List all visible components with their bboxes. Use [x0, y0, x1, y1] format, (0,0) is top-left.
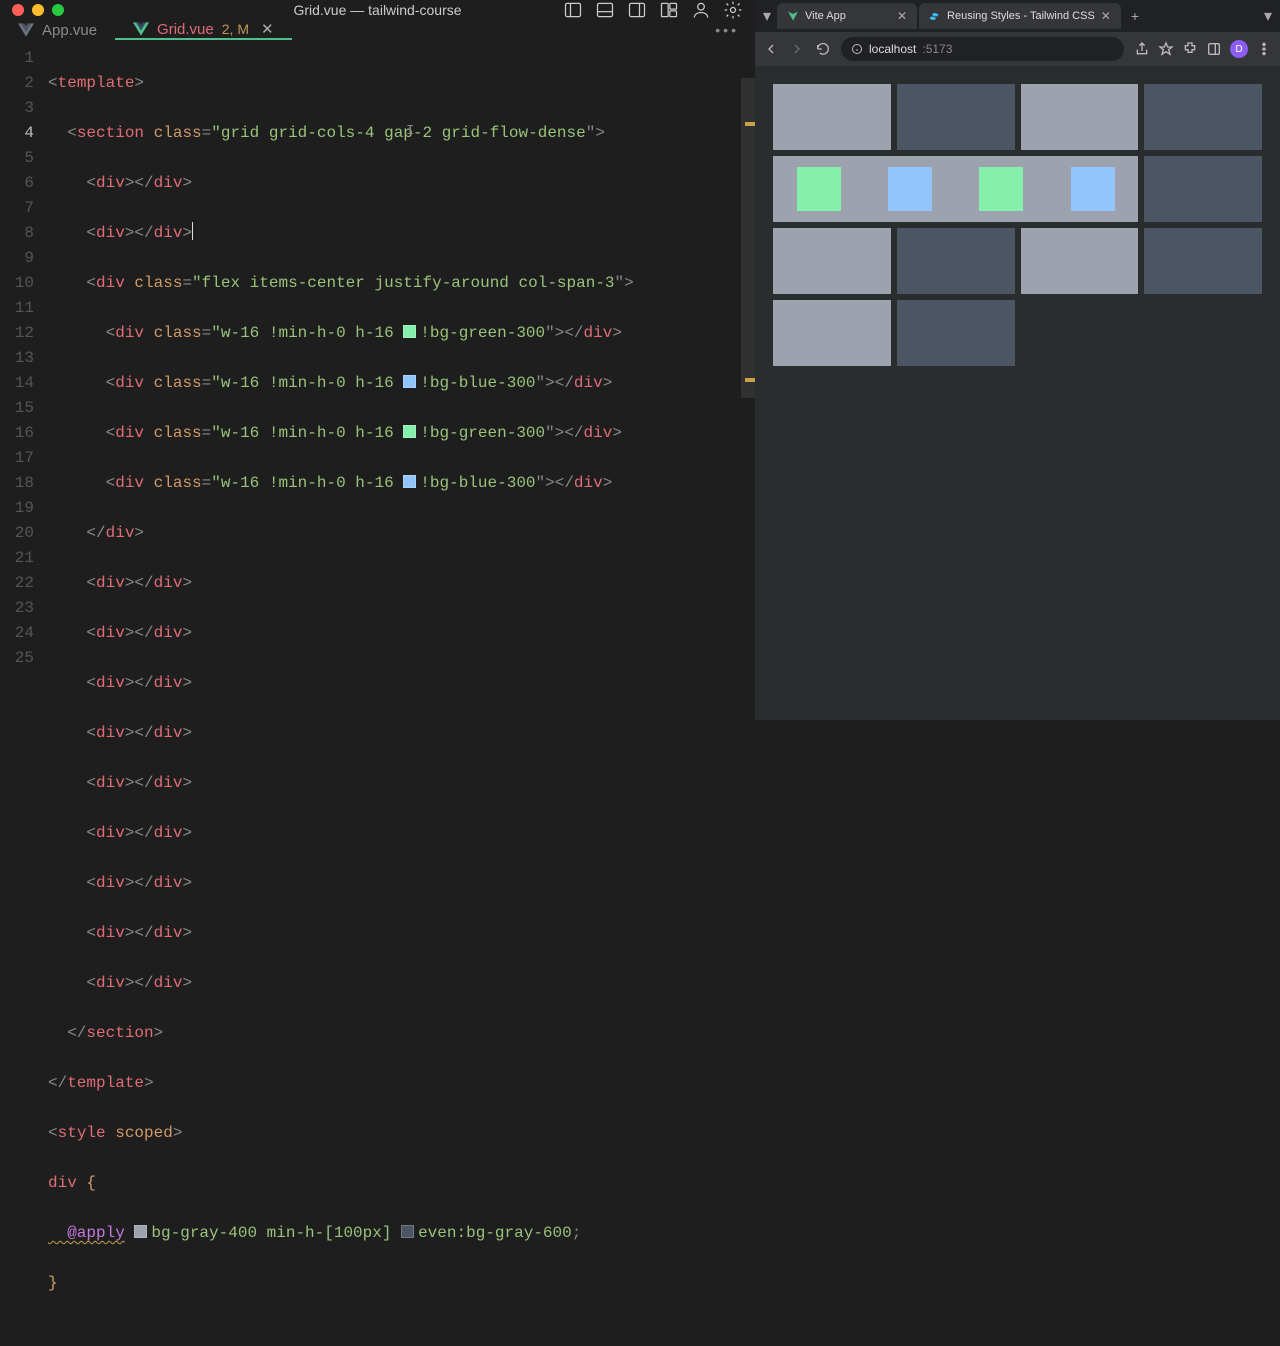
layout-sidebar-left-icon[interactable] — [563, 0, 583, 20]
share-icon[interactable] — [1134, 41, 1150, 57]
star-icon[interactable] — [1158, 41, 1174, 57]
color-chip-gray400 — [134, 1225, 147, 1238]
color-chip-green — [403, 425, 416, 438]
inner-box-green — [797, 167, 841, 211]
vue-icon — [133, 21, 149, 37]
titlebar: Grid.vue — tailwind-course — [0, 0, 755, 20]
address-bar: localhost :5173 D — [755, 32, 1280, 66]
inner-box-blue — [888, 167, 932, 211]
tab-label: App.vue — [42, 22, 97, 39]
editor-tabs: App.vue Grid.vue 2, M ✕ ••• — [0, 20, 755, 40]
url-port: :5173 — [922, 42, 952, 56]
close-icon[interactable]: ✕ — [897, 9, 907, 23]
editor-scrollbar[interactable] — [741, 78, 755, 720]
vite-icon — [787, 10, 799, 22]
grid-cell — [1021, 84, 1139, 150]
kebab-menu-icon[interactable] — [1256, 41, 1272, 57]
toolbar-right: D — [1134, 40, 1272, 58]
close-icon[interactable]: ✕ — [261, 20, 274, 38]
tab-label: Grid.vue — [157, 21, 214, 38]
vue-icon — [18, 22, 34, 38]
color-chip-blue — [403, 375, 416, 388]
grid-cell — [1144, 156, 1262, 222]
browser-window: ▾ Vite App ✕ Reusing Styles - Tailwind C… — [755, 0, 1280, 720]
change-marker — [745, 122, 755, 126]
browser-tab-title: Reusing Styles - Tailwind CSS — [947, 10, 1095, 22]
back-icon[interactable] — [763, 41, 779, 57]
grid-cell — [897, 84, 1015, 150]
chevron-down-icon[interactable]: ▾ — [1264, 6, 1272, 26]
grid-demo — [773, 84, 1262, 366]
layout-sidebar-right-icon[interactable] — [627, 0, 647, 20]
browser-tabs: ▾ Vite App ✕ Reusing Styles - Tailwind C… — [755, 0, 1280, 32]
grid-cell — [897, 228, 1015, 294]
forward-icon[interactable] — [789, 41, 805, 57]
grid-cell — [1144, 228, 1262, 294]
layout-customize-icon[interactable] — [659, 0, 679, 20]
sidepanel-icon[interactable] — [1206, 41, 1222, 57]
browser-tab-tailwind[interactable]: Reusing Styles - Tailwind CSS ✕ — [919, 3, 1121, 29]
grid-cell — [1144, 84, 1262, 150]
code-editor[interactable]: 1 2 3 4 5 6 7 8 9 10 11 12 13 14 15 16 1… — [0, 40, 755, 1346]
maximize-window-button[interactable] — [52, 4, 64, 16]
code-content[interactable]: <template> <section class="grid grid-col… — [48, 46, 755, 1346]
tab-search-icon[interactable]: ▾ — [763, 6, 771, 26]
url-host: localhost — [869, 42, 916, 56]
line-gutter: 1 2 3 4 5 6 7 8 9 10 11 12 13 14 15 16 1… — [0, 46, 48, 1346]
grid-cell-flex — [773, 156, 1138, 222]
profile-avatar[interactable]: D — [1230, 40, 1248, 58]
tab-grid-vue[interactable]: Grid.vue 2, M ✕ — [115, 20, 292, 40]
change-marker — [745, 378, 755, 382]
tab-overflow-icon[interactable]: ••• — [715, 22, 739, 38]
tailwind-icon — [929, 10, 941, 22]
close-icon[interactable]: ✕ — [1101, 9, 1111, 23]
grid-cell — [773, 84, 891, 150]
tab-app-vue[interactable]: App.vue — [0, 20, 115, 40]
grid-cell — [773, 300, 891, 366]
scrollbar-thumb[interactable] — [741, 78, 755, 398]
inner-box-blue — [1071, 167, 1115, 211]
color-chip-blue — [403, 475, 416, 488]
secondary-cursor-icon: I — [406, 119, 414, 144]
browser-tab-vite[interactable]: Vite App ✕ — [777, 3, 917, 29]
close-window-button[interactable] — [12, 4, 24, 16]
browser-tab-title: Vite App — [805, 10, 891, 22]
new-tab-button[interactable]: + — [1131, 8, 1139, 24]
reload-icon[interactable] — [815, 41, 831, 57]
titlebar-actions — [563, 0, 743, 20]
color-chip-gray600 — [401, 1225, 414, 1238]
account-icon[interactable] — [691, 0, 711, 20]
inner-box-green — [979, 167, 1023, 211]
grid-cell — [773, 228, 891, 294]
gear-icon[interactable] — [723, 0, 743, 20]
page-viewport[interactable] — [755, 66, 1280, 720]
color-chip-green — [403, 325, 416, 338]
grid-cell — [897, 300, 1015, 366]
traffic-lights — [12, 4, 64, 16]
layout-panel-bottom-icon[interactable] — [595, 0, 615, 20]
url-input[interactable]: localhost :5173 — [841, 37, 1124, 61]
minimize-window-button[interactable] — [32, 4, 44, 16]
text-cursor — [192, 222, 193, 240]
tab-meta: 2, M — [222, 21, 249, 37]
vscode-window: Grid.vue — tailwind-course App.vue Grid.… — [0, 0, 755, 720]
grid-cell — [1021, 228, 1139, 294]
site-info-icon[interactable] — [851, 43, 863, 55]
extensions-icon[interactable] — [1182, 41, 1198, 57]
